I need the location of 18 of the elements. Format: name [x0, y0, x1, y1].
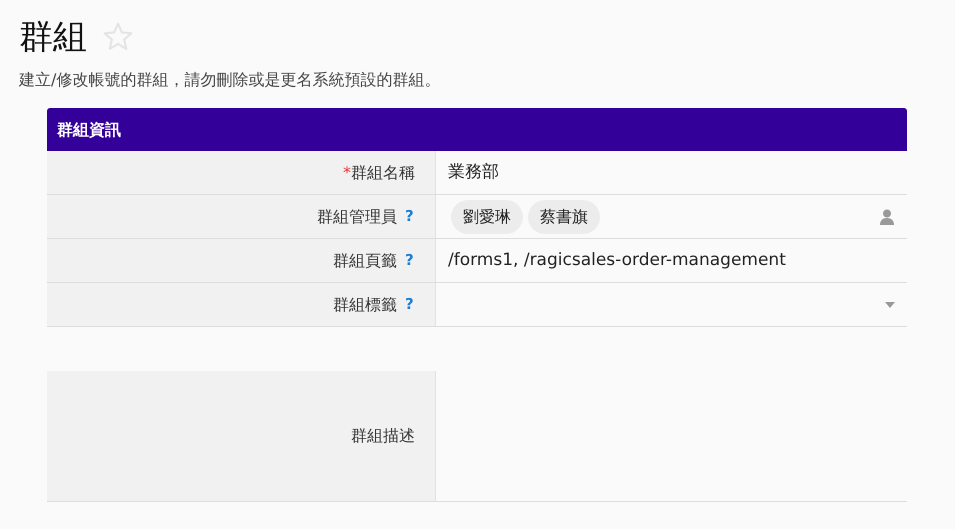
page-title: 群組: [19, 20, 87, 54]
field-value[interactable]: 業務部: [448, 160, 499, 186]
required-mark: *: [343, 162, 351, 184]
help-icon[interactable]: ?: [405, 205, 415, 228]
section-header: 群組資訊: [47, 108, 907, 151]
dropdown-caret-icon[interactable]: [885, 302, 895, 308]
help-icon[interactable]: ?: [405, 293, 415, 316]
help-icon[interactable]: ?: [405, 249, 415, 272]
field-label: 群組名稱: [351, 162, 415, 184]
person-icon[interactable]: [880, 208, 894, 224]
user-chip[interactable]: 劉愛琳: [451, 200, 523, 234]
field-label: 群組管理員: [317, 206, 397, 228]
field-label: 群組頁籤: [333, 250, 397, 272]
user-chip[interactable]: 蔡書旗: [528, 200, 600, 234]
field-label: 群組描述: [47, 371, 436, 501]
page-description: 建立/修改帳號的群組，請勿刪除或是更名系統預設的群組。: [19, 69, 442, 91]
field-value[interactable]: /forms1, /ragicsales-order-management: [448, 248, 786, 274]
field-label: 群組標籤: [333, 294, 397, 316]
